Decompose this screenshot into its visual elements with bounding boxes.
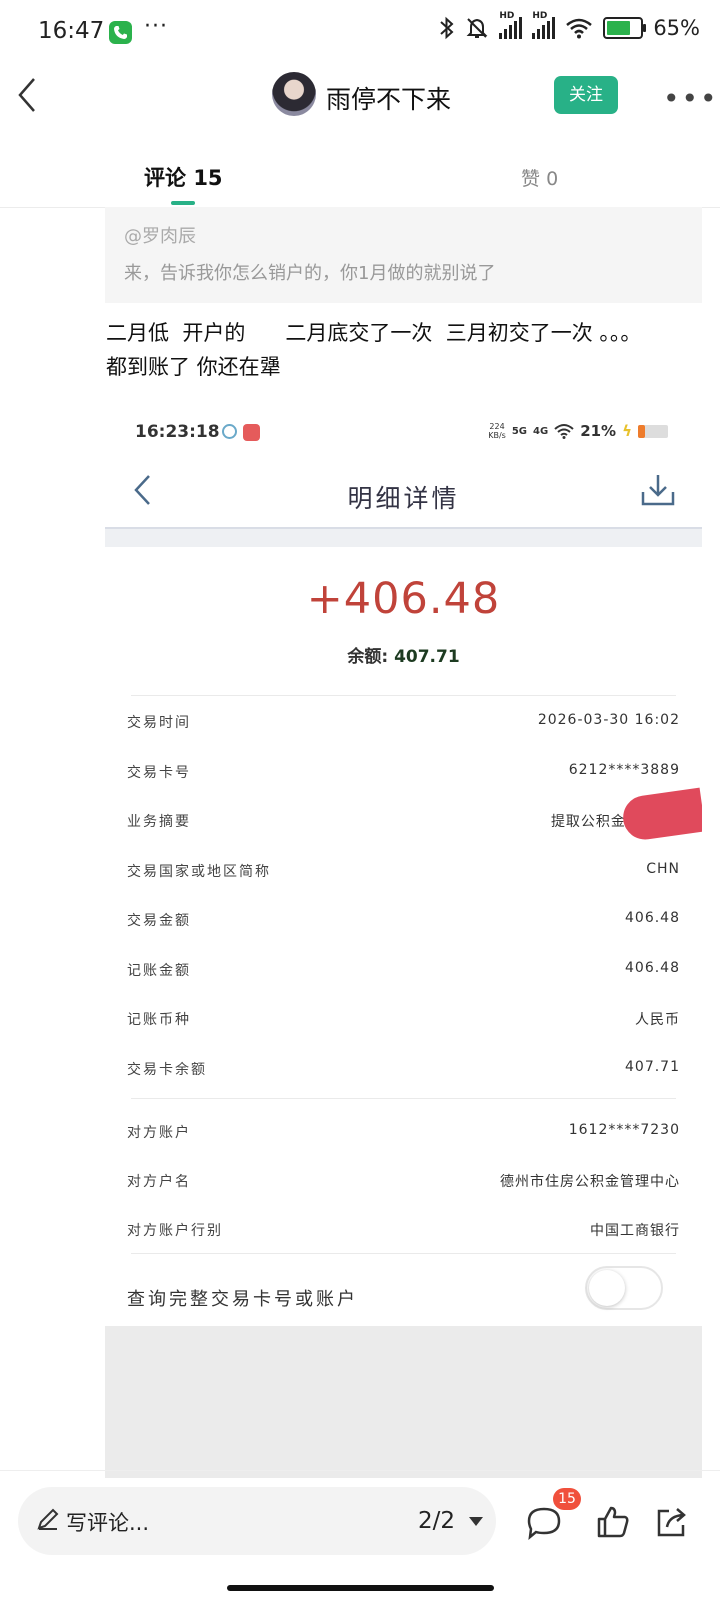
embedded-status-right: 224 KB/s 5G 4G 21% ϟ (488, 422, 668, 440)
comment-placeholder[interactable]: 写评论... (66, 1507, 149, 1537)
row-value: 德州市住房公积金管理中心 (500, 1174, 680, 1190)
signal-icon-2: HD (532, 11, 556, 39)
divider (131, 695, 676, 696)
author-name[interactable]: 雨停不下来 (326, 80, 451, 116)
quoted-user[interactable]: @罗肉辰 (124, 222, 196, 248)
embedded-status-icons (222, 424, 260, 441)
pen-icon (37, 1508, 59, 1530)
row-value: 中国工商银行 (590, 1223, 680, 1239)
row-value: CHN (646, 861, 680, 877)
embedded-gap (105, 529, 702, 547)
full-number-toggle (585, 1266, 663, 1310)
tab-comments[interactable]: 评论 15 (144, 162, 223, 192)
tab-indicator (171, 201, 195, 205)
row-label: 对方账户 (127, 1125, 191, 1141)
status-time: 16:47 (38, 18, 105, 44)
row-value: 407.71 (625, 1059, 680, 1075)
comment-line-1: 二月低 开户的 二月底交了一次 三月初交了一次 。。。 (106, 321, 642, 345)
status-dots: ··· (144, 14, 168, 39)
battery-icon (603, 17, 647, 39)
row-label: 交易国家或地区简称 (127, 864, 271, 880)
embedded-net-unit: KB/s (488, 431, 506, 440)
mute-icon (466, 18, 488, 38)
phone-icon (109, 21, 132, 44)
row-label: 交易时间 (127, 715, 191, 731)
embedded-4g-label: 4G (533, 425, 549, 437)
row-value: 6212****3889 (568, 762, 680, 778)
balance-label: 余额: (347, 647, 389, 667)
attached-screenshot[interactable]: 16:23:18 224 KB/s 5G 4G 21% ϟ 明细详情 +406.4… (105, 408, 702, 1478)
embedded-5g-label: 5G (511, 425, 528, 437)
embedded-battery: 21% (580, 422, 617, 440)
comment-icon[interactable] (526, 1506, 562, 1540)
row-value: 提取公积金- (550, 814, 632, 830)
chevron-down-icon[interactable] (469, 1517, 483, 1526)
tab-likes[interactable]: 赞 0 (521, 164, 558, 191)
row-label: 记账币种 (127, 1012, 191, 1028)
comment-line-2: 都到账了 你还在犟 (106, 355, 281, 379)
row-label: 对方户名 (127, 1174, 191, 1190)
quoted-text: 来，告诉我你怎么销户的，你1月做的就别说了 (124, 263, 496, 284)
bluetooth-icon (440, 16, 454, 40)
tab-comments-label: 评论 (144, 166, 186, 190)
row-value: 1612****7230 (568, 1122, 680, 1138)
embedded-battery-icon (638, 424, 668, 438)
wifi-icon (566, 18, 593, 39)
tab-likes-label: 赞 (521, 168, 541, 190)
comment-count-badge: 15 (553, 1488, 581, 1510)
status-right: HD HD 65% (439, 11, 700, 40)
back-icon[interactable] (16, 76, 38, 114)
follow-button[interactable]: 关注 (554, 76, 618, 114)
row-value: 406.48 (625, 960, 680, 976)
row-label: 记账金额 (127, 963, 191, 979)
tab-comments-count: 15 (193, 166, 223, 190)
more-icon[interactable]: ••• (663, 82, 719, 115)
row-value: 406.48 (625, 910, 680, 926)
hd-label-2: HD (532, 11, 548, 21)
row-label: 交易卡余额 (127, 1062, 207, 1078)
tab-likes-count: 0 (546, 168, 559, 190)
row-label: 交易卡号 (127, 765, 191, 781)
hd-label-1: HD (499, 11, 515, 21)
transaction-amount: +406.48 (306, 574, 501, 624)
like-icon[interactable] (596, 1505, 630, 1539)
row-value: 人民币 (635, 1012, 680, 1028)
home-indicator[interactable] (227, 1585, 494, 1591)
row-label: 交易金额 (127, 913, 191, 929)
embedded-footer-area (105, 1326, 702, 1478)
row-label: 业务摘要 (127, 814, 191, 830)
page-indicator[interactable]: 2/2 (418, 1508, 455, 1534)
battery-percent: 65% (653, 16, 700, 40)
embedded-status-time: 16:23:18 (135, 422, 220, 442)
divider (131, 1253, 676, 1254)
charging-icon: ϟ (622, 422, 632, 440)
balance-line: 余额: 407.71 (105, 642, 702, 667)
balance-value: 407.71 (394, 647, 460, 667)
download-icon (641, 475, 675, 506)
full-number-toggle-label: 查询完整交易卡号或账户 (127, 1289, 358, 1310)
embedded-net-speed: 224 (489, 422, 505, 431)
row-value: 2026-03-30 16:02 (537, 712, 680, 728)
divider (131, 1098, 676, 1099)
avatar[interactable] (272, 72, 316, 116)
redaction-mark (620, 787, 702, 843)
bottom-divider (0, 1470, 720, 1471)
comment-text: 二月低 开户的 二月底交了一次 三月初交了一次 。。。 都到账了 你还在犟 (106, 316, 696, 384)
embedded-title: 明细详情 (347, 484, 460, 513)
row-label: 对方账户行别 (127, 1223, 223, 1239)
embedded-wifi-icon (554, 424, 574, 439)
signal-icon-1: HD (499, 11, 523, 39)
share-icon[interactable] (655, 1505, 689, 1539)
